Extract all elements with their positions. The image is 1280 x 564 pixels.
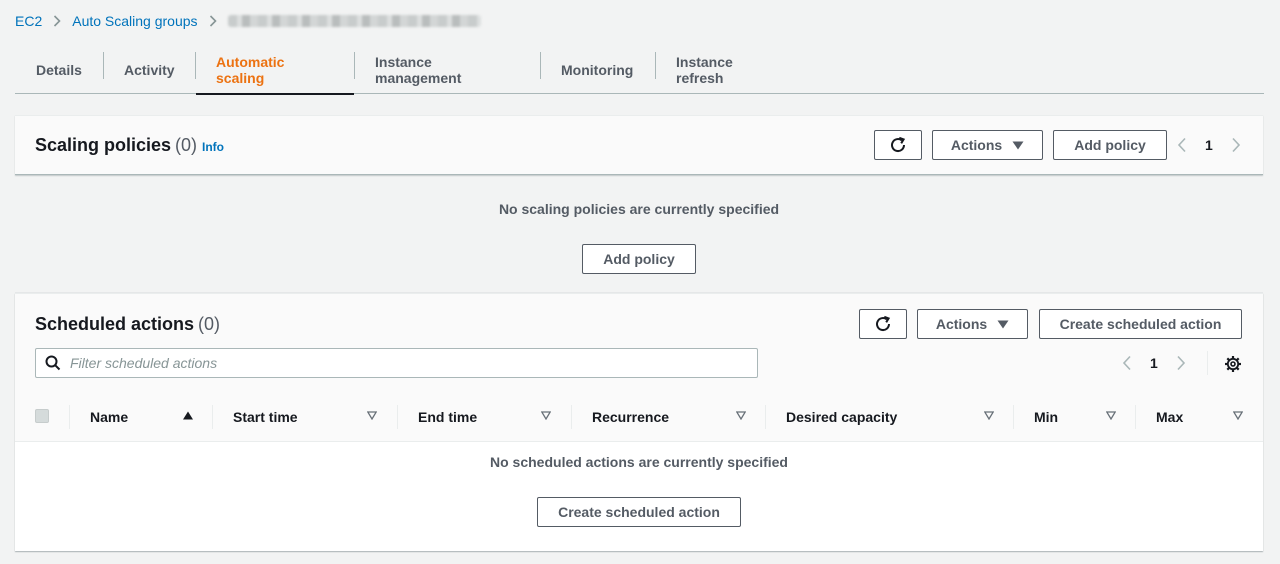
scheduled-actions-count: (0) bbox=[198, 314, 221, 334]
policies-actions-button[interactable]: Actions bbox=[932, 130, 1043, 160]
caret-down-icon bbox=[997, 320, 1009, 329]
add-policy-empty-button[interactable]: Add policy bbox=[582, 244, 696, 274]
tab-bar: Details Activity Automatic scaling Insta… bbox=[15, 46, 1264, 95]
search-icon bbox=[36, 355, 70, 371]
breadcrumb-auto-scaling-groups[interactable]: Auto Scaling groups bbox=[72, 13, 197, 29]
chevron-right-icon bbox=[209, 15, 217, 27]
scheduled-actions-title: Scheduled actions (0) bbox=[35, 314, 221, 334]
breadcrumb-redacted-group-name bbox=[227, 15, 481, 27]
chevron-right-icon[interactable] bbox=[1176, 355, 1186, 371]
column-max[interactable]: Max bbox=[1156, 393, 1183, 441]
chevron-left-icon[interactable] bbox=[1122, 355, 1132, 371]
sort-icon[interactable] bbox=[541, 411, 551, 420]
scaling-policies-title: Scaling policies (0) bbox=[35, 135, 198, 155]
scheduled-actions-button[interactable]: Actions bbox=[917, 309, 1028, 339]
select-all-checkbox[interactable] bbox=[35, 409, 49, 423]
tab-details[interactable]: Details bbox=[15, 46, 103, 94]
chevron-left-icon[interactable] bbox=[1177, 137, 1187, 153]
column-end-time[interactable]: End time bbox=[418, 393, 477, 441]
caret-down-icon bbox=[1012, 141, 1024, 150]
info-link[interactable]: Info bbox=[202, 140, 224, 154]
page-number[interactable]: 1 bbox=[1205, 137, 1213, 153]
column-desired-capacity[interactable]: Desired capacity bbox=[786, 393, 897, 441]
scheduled-actions-header: Scheduled actions (0) Actions Create sche… bbox=[15, 294, 1263, 442]
column-min[interactable]: Min bbox=[1034, 393, 1058, 441]
sort-icon[interactable] bbox=[1106, 411, 1116, 420]
scheduled-actions-empty-text: No scheduled actions are currently speci… bbox=[490, 454, 788, 470]
tab-instance-management[interactable]: Instance management bbox=[354, 46, 540, 94]
column-divider bbox=[765, 405, 766, 429]
create-scheduled-action-empty-button[interactable]: Create scheduled action bbox=[537, 497, 741, 527]
filter-scheduled-actions-input[interactable] bbox=[70, 349, 757, 377]
scheduled-pagination: 1 bbox=[1122, 355, 1186, 371]
tab-monitoring[interactable]: Monitoring bbox=[540, 46, 655, 94]
add-policy-button[interactable]: Add policy bbox=[1053, 130, 1167, 160]
column-divider bbox=[69, 405, 70, 429]
refresh-icon bbox=[874, 315, 892, 333]
create-scheduled-action-button[interactable]: Create scheduled action bbox=[1039, 309, 1242, 339]
refresh-icon bbox=[889, 136, 907, 154]
sort-icon[interactable] bbox=[736, 411, 746, 420]
scaling-policies-empty-text: No scaling policies are currently specif… bbox=[498, 201, 780, 217]
column-divider bbox=[1013, 405, 1014, 429]
breadcrumb-ec2[interactable]: EC2 bbox=[15, 13, 42, 29]
page-number[interactable]: 1 bbox=[1150, 355, 1158, 371]
divider bbox=[1207, 351, 1208, 375]
column-divider bbox=[212, 405, 213, 429]
chevron-right-icon[interactable] bbox=[1231, 137, 1241, 153]
breadcrumb: EC2 Auto Scaling groups bbox=[15, 12, 481, 30]
column-divider bbox=[397, 405, 398, 429]
gear-icon[interactable] bbox=[1224, 355, 1242, 373]
sort-icon[interactable] bbox=[367, 411, 377, 420]
refresh-policies-button[interactable] bbox=[874, 130, 922, 160]
sort-icon[interactable] bbox=[1233, 411, 1243, 420]
column-name[interactable]: Name bbox=[90, 393, 128, 441]
table-header: Name Start time End time Recurrence Desi… bbox=[15, 393, 1263, 441]
refresh-scheduled-button[interactable] bbox=[859, 309, 907, 339]
policies-pagination: 1 bbox=[1177, 137, 1241, 153]
column-divider bbox=[1135, 405, 1136, 429]
chevron-right-icon bbox=[53, 15, 61, 27]
scaling-policies-count: (0) bbox=[175, 135, 198, 155]
scaling-policies-header: Scaling policies (0) Info Actions Add pol… bbox=[15, 115, 1263, 175]
sort-icon[interactable] bbox=[984, 411, 994, 420]
column-start-time[interactable]: Start time bbox=[233, 393, 298, 441]
scheduled-actions-panel: Scheduled actions (0) Actions Create sche… bbox=[15, 293, 1263, 551]
tab-activity[interactable]: Activity bbox=[103, 46, 195, 94]
sort-asc-icon[interactable] bbox=[183, 411, 193, 420]
column-recurrence[interactable]: Recurrence bbox=[592, 393, 669, 441]
tab-automatic-scaling[interactable]: Automatic scaling bbox=[195, 46, 354, 95]
filter-scheduled-actions-field[interactable] bbox=[35, 348, 758, 378]
tab-instance-refresh[interactable]: Instance refresh bbox=[655, 46, 803, 94]
column-divider bbox=[571, 405, 572, 429]
